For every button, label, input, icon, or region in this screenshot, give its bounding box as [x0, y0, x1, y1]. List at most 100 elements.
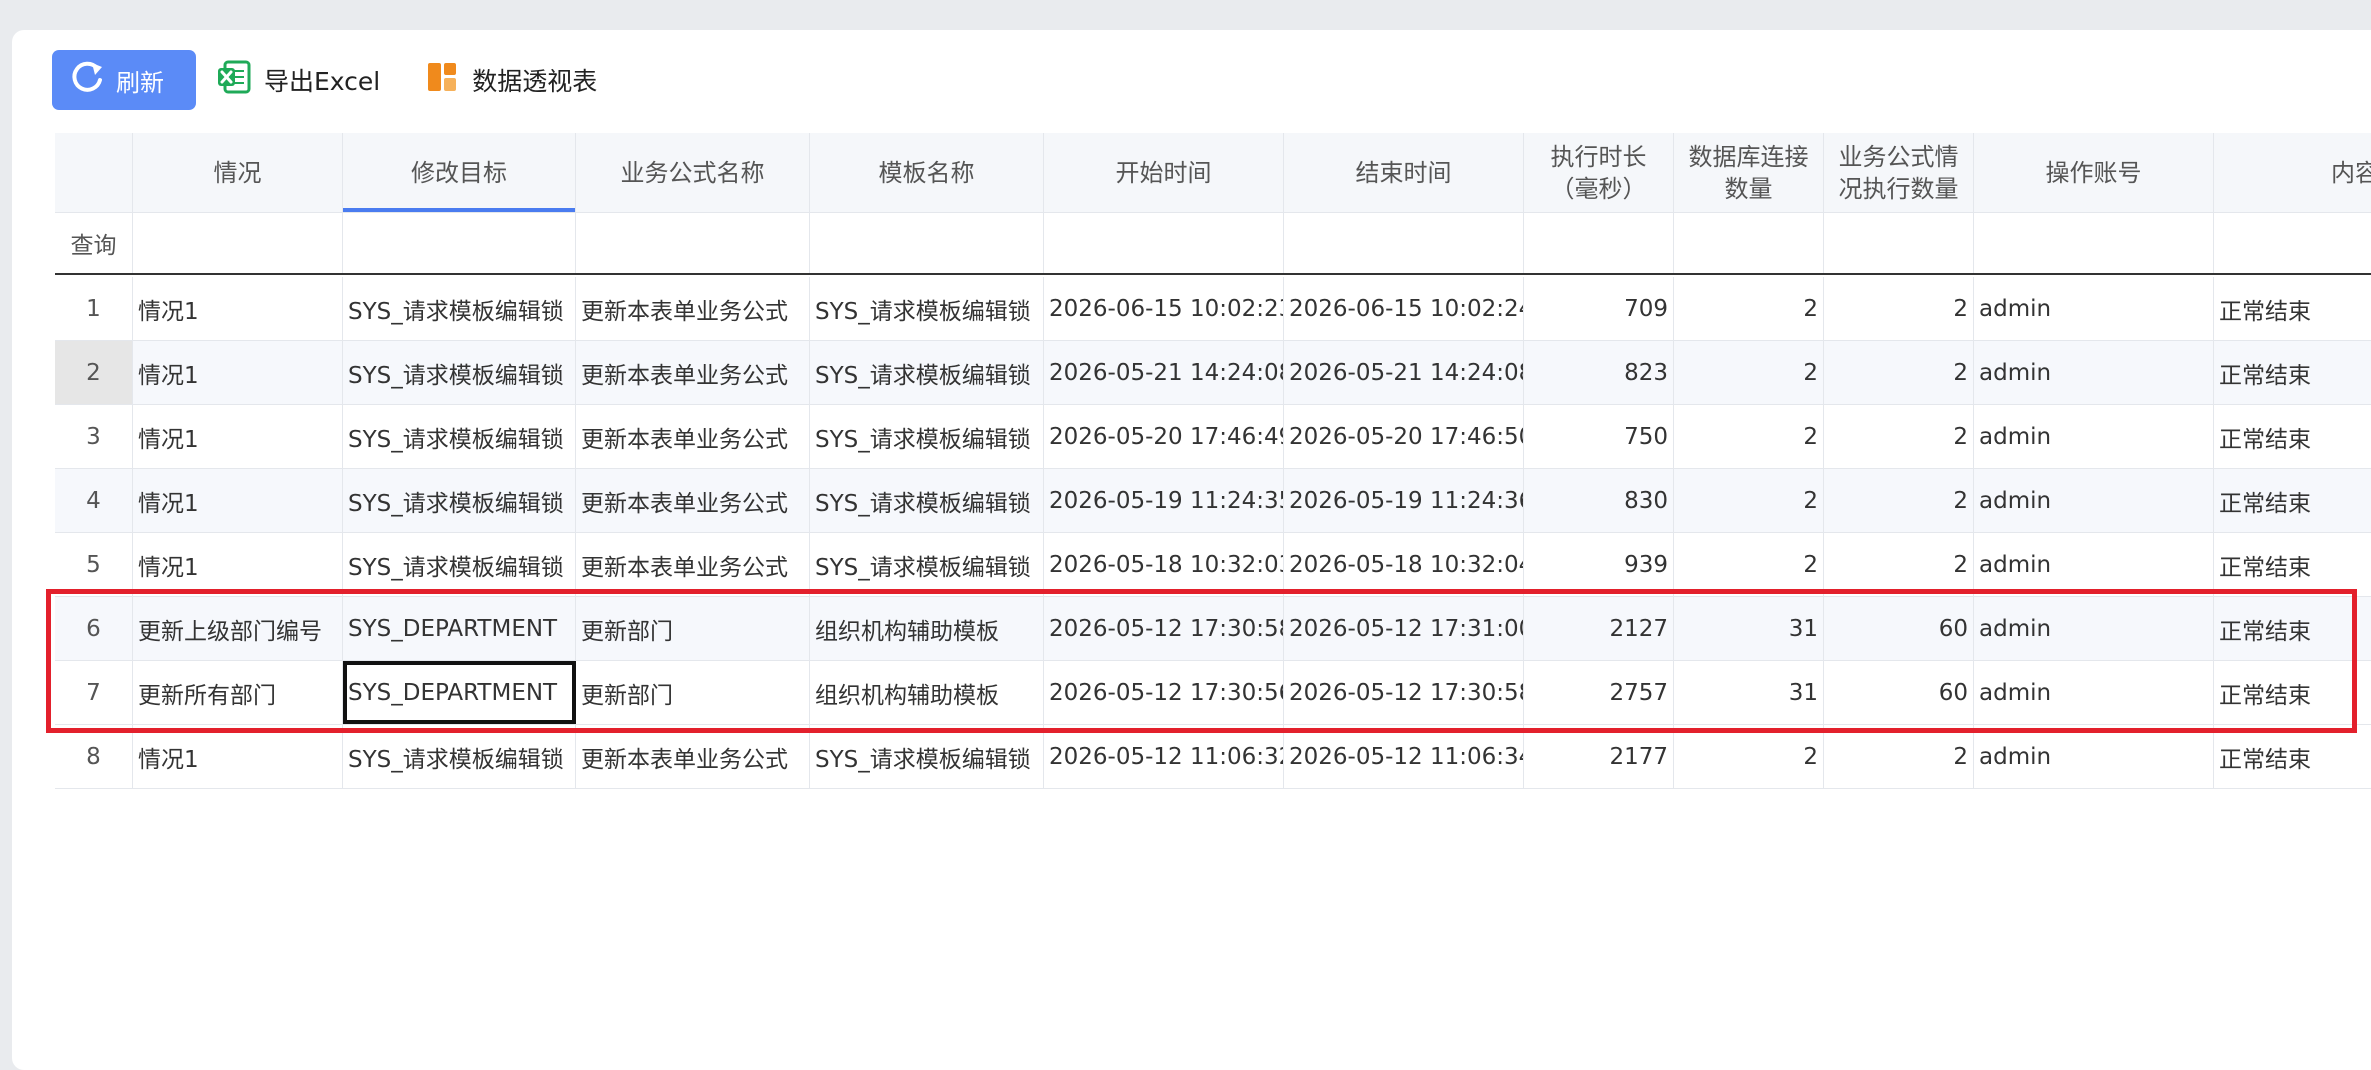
cell-content[interactable]: 正常结束 — [2214, 597, 2371, 660]
cell-status[interactable]: 情况1 — [133, 533, 343, 596]
table-row[interactable]: 2 情况1 SYS_请求模板编辑锁 更新本表单业务公式 SYS_请求模板编辑锁 … — [55, 341, 2371, 405]
cell-exec-count[interactable]: 2 — [1824, 277, 1974, 340]
cell-end-time[interactable]: 2026-05-12 17:30:58 — [1284, 661, 1524, 724]
cell-status[interactable]: 情况1 — [133, 277, 343, 340]
column-header-template-name[interactable]: 模板名称 — [810, 133, 1044, 212]
cell-duration[interactable]: 830 — [1524, 469, 1674, 532]
table-row[interactable]: 1 情况1 SYS_请求模板编辑锁 更新本表单业务公式 SYS_请求模板编辑锁 … — [55, 277, 2371, 341]
cell-end-time[interactable]: 2026-05-19 11:24:36 — [1284, 469, 1524, 532]
cell-account[interactable]: admin — [1974, 533, 2214, 596]
cell-account[interactable]: admin — [1974, 277, 2214, 340]
cell-duration[interactable]: 750 — [1524, 405, 1674, 468]
cell-account[interactable]: admin — [1974, 341, 2214, 404]
cell-target[interactable]: SYS_请求模板编辑锁 — [343, 277, 576, 340]
cell-status[interactable]: 更新所有部门 — [133, 661, 343, 724]
cell-target[interactable]: SYS_请求模板编辑锁 — [343, 405, 576, 468]
cell-end-time[interactable]: 2026-05-21 14:24:08 — [1284, 341, 1524, 404]
cell-template-name[interactable]: SYS_请求模板编辑锁 — [810, 405, 1044, 468]
cell-status[interactable]: 情况1 — [133, 341, 343, 404]
cell-end-time[interactable]: 2026-05-20 17:46:50 — [1284, 405, 1524, 468]
row-number[interactable]: 8 — [55, 725, 133, 788]
cell-status[interactable]: 情况1 — [133, 469, 343, 532]
column-header-exec-count[interactable]: 业务公式情况执行数量 — [1824, 133, 1974, 212]
column-header-end-time[interactable]: 结束时间 — [1284, 133, 1524, 212]
cell-duration[interactable]: 709 — [1524, 277, 1674, 340]
cell-target[interactable]: SYS_请求模板编辑锁 — [343, 725, 576, 788]
column-header-formula-name[interactable]: 业务公式名称 — [576, 133, 810, 212]
cell-start-time[interactable]: 2026-05-12 17:30:58 — [1044, 597, 1284, 660]
cell-account[interactable]: admin — [1974, 469, 2214, 532]
column-header-target[interactable]: 修改目标 — [343, 133, 576, 212]
cell-status[interactable]: 情况1 — [133, 725, 343, 788]
table-row[interactable]: 8 情况1 SYS_请求模板编辑锁 更新本表单业务公式 SYS_请求模板编辑锁 … — [55, 725, 2371, 789]
cell-db-connections[interactable]: 2 — [1674, 533, 1824, 596]
cell-db-connections[interactable]: 2 — [1674, 341, 1824, 404]
cell-end-time[interactable]: 2026-06-15 10:02:24 — [1284, 277, 1524, 340]
cell-formula-name[interactable]: 更新本表单业务公式 — [576, 533, 810, 596]
cell-db-connections[interactable]: 31 — [1674, 597, 1824, 660]
cell-template-name[interactable]: SYS_请求模板编辑锁 — [810, 341, 1044, 404]
cell-status[interactable]: 更新上级部门编号 — [133, 597, 343, 660]
cell-db-connections[interactable]: 2 — [1674, 469, 1824, 532]
filter-input[interactable] — [1674, 213, 1824, 273]
column-header-duration[interactable]: 执行时长（毫秒） — [1524, 133, 1674, 212]
filter-input[interactable] — [343, 213, 576, 273]
cell-account[interactable]: admin — [1974, 405, 2214, 468]
cell-content[interactable]: 正常结束 — [2214, 277, 2371, 340]
cell-start-time[interactable]: 2026-05-12 11:06:32 — [1044, 725, 1284, 788]
cell-db-connections[interactable]: 2 — [1674, 725, 1824, 788]
cell-account[interactable]: admin — [1974, 661, 2214, 724]
cell-exec-count[interactable]: 2 — [1824, 341, 1974, 404]
row-number[interactable]: 6 — [55, 597, 133, 660]
cell-exec-count[interactable]: 2 — [1824, 469, 1974, 532]
cell-db-connections[interactable]: 2 — [1674, 405, 1824, 468]
cell-template-name[interactable]: SYS_请求模板编辑锁 — [810, 533, 1044, 596]
table-row[interactable]: 6 更新上级部门编号 SYS_DEPARTMENT 更新部门 组织机构辅助模板 … — [55, 597, 2371, 661]
cell-exec-count[interactable]: 2 — [1824, 725, 1974, 788]
table-row[interactable]: 5 情况1 SYS_请求模板编辑锁 更新本表单业务公式 SYS_请求模板编辑锁 … — [55, 533, 2371, 597]
cell-account[interactable]: admin — [1974, 597, 2214, 660]
column-header-start-time[interactable]: 开始时间 — [1044, 133, 1284, 212]
cell-start-time[interactable]: 2026-05-20 17:46:49 — [1044, 405, 1284, 468]
cell-formula-name[interactable]: 更新本表单业务公式 — [576, 725, 810, 788]
row-number[interactable]: 2 — [55, 341, 133, 404]
cell-template-name[interactable]: SYS_请求模板编辑锁 — [810, 469, 1044, 532]
cell-target[interactable]: SYS_请求模板编辑锁 — [343, 533, 576, 596]
cell-content[interactable]: 正常结束 — [2214, 725, 2371, 788]
cell-template-name[interactable]: SYS_请求模板编辑锁 — [810, 725, 1044, 788]
column-header-account[interactable]: 操作账号 — [1974, 133, 2214, 212]
cell-start-time[interactable]: 2026-05-18 10:32:03 — [1044, 533, 1284, 596]
cell-formula-name[interactable]: 更新本表单业务公式 — [576, 469, 810, 532]
table-row[interactable]: 7 更新所有部门 SYS_DEPARTMENT 更新部门 组织机构辅助模板 20… — [55, 661, 2371, 725]
cell-duration[interactable]: 2127 — [1524, 597, 1674, 660]
cell-start-time[interactable]: 2026-06-15 10:02:23 — [1044, 277, 1284, 340]
column-header-status[interactable]: 情况 — [133, 133, 343, 212]
filter-input[interactable] — [1044, 213, 1284, 273]
pivot-table-button[interactable]: 数据透视表 — [424, 59, 597, 101]
cell-duration[interactable]: 2757 — [1524, 661, 1674, 724]
cell-formula-name[interactable]: 更新本表单业务公式 — [576, 341, 810, 404]
cell-duration[interactable]: 823 — [1524, 341, 1674, 404]
cell-duration[interactable]: 2177 — [1524, 725, 1674, 788]
row-number[interactable]: 4 — [55, 469, 133, 532]
filter-input[interactable] — [576, 213, 810, 273]
cell-formula-name[interactable]: 更新部门 — [576, 661, 810, 724]
filter-input[interactable] — [133, 213, 343, 273]
cell-start-time[interactable]: 2026-05-21 14:24:08 — [1044, 341, 1284, 404]
cell-content[interactable]: 正常结束 — [2214, 405, 2371, 468]
table-row[interactable]: 3 情况1 SYS_请求模板编辑锁 更新本表单业务公式 SYS_请求模板编辑锁 … — [55, 405, 2371, 469]
row-number[interactable]: 3 — [55, 405, 133, 468]
cell-exec-count[interactable]: 60 — [1824, 661, 1974, 724]
filter-input[interactable] — [1524, 213, 1674, 273]
export-excel-button[interactable]: 导出Excel — [216, 59, 380, 101]
cell-formula-name[interactable]: 更新本表单业务公式 — [576, 277, 810, 340]
cell-content[interactable]: 正常结束 — [2214, 341, 2371, 404]
filter-input[interactable] — [1824, 213, 1974, 273]
row-number[interactable]: 1 — [55, 277, 133, 340]
filter-input[interactable] — [1284, 213, 1524, 273]
cell-formula-name[interactable]: 更新部门 — [576, 597, 810, 660]
refresh-button[interactable]: 刷新 — [52, 50, 196, 110]
cell-template-name[interactable]: 组织机构辅助模板 — [810, 661, 1044, 724]
cell-db-connections[interactable]: 31 — [1674, 661, 1824, 724]
cell-start-time[interactable]: 2026-05-12 17:30:56 — [1044, 661, 1284, 724]
